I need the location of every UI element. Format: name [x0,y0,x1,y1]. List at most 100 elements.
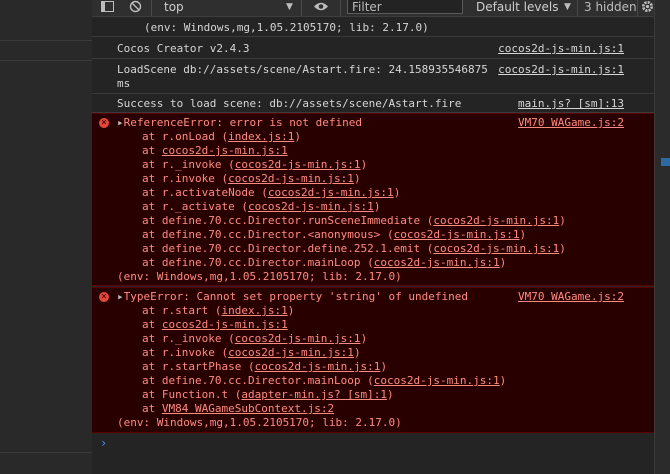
stack-frame: at define.70.cc.Director.define.252.1.em… [142,242,566,256]
console-toolbar: top ▼ Filter Default levels ▼ 3 hidden [92,0,654,17]
log-message[interactable]: Cocos Creator v2.4.3 cocos2d-js-min.js:1 [92,38,654,59]
stack-frame-link[interactable]: VM84 WAGameSubContext.js:2 [162,402,334,415]
stack-frame-text: at r._invoke ( [142,158,235,171]
stack-frame-text: at r._invoke ( [142,332,235,345]
stack-frame-text: ) [353,172,361,185]
error-message[interactable]: ✕ ▸ReferenceError: error is not defined … [92,113,654,286]
toolbar-separator [301,0,302,16]
stack-frame: at r.startPhase (cocos2d-js-min.js:1) [142,360,387,374]
stack-frame-link[interactable]: cocos2d-js-min.js:1 [162,318,288,331]
live-expression-eye-icon[interactable] [312,0,330,16]
stack-frame-text: ) [559,214,566,227]
stack-frame-link[interactable]: cocos2d-js-min.js:1 [268,186,394,199]
source-link[interactable]: main.js? [sm]:13 [518,97,624,111]
stack-frame-link[interactable]: cocos2d-js-min.js:1 [228,172,354,185]
log-message[interactable]: (env: Windows,mg,1.05.2105170; lib: 2.17… [92,17,654,37]
stack-frame-link[interactable]: cocos2d-js-min.js:1 [248,200,374,213]
stack-frame: at define.70.cc.Director.runSceneImmedia… [142,214,566,228]
stack-frame-text: at define.70.cc.Director.mainLoop ( [142,374,374,387]
expand-triangle-icon[interactable]: ▸ [117,116,124,129]
stack-frame: at cocos2d-js-min.js:1 [142,144,288,158]
stack-frame-text: ) [287,304,295,317]
clear-console-icon[interactable] [128,0,142,16]
log-text-continued: ms [117,77,131,90]
stack-frame-text: at r.startPhase ( [142,360,255,373]
panel-divider [0,60,92,61]
stack-frame: at r.invoke (cocos2d-js-min.js:1) [142,346,361,360]
toolbar-separator [577,0,578,16]
stack-frame-text: ) [294,130,301,143]
stack-frame: at define.70.cc.Director.<anonymous> (co… [142,228,526,242]
filter-input[interactable]: Filter [347,0,463,14]
context-dropdown-icon[interactable]: ▼ [286,0,293,16]
error-header[interactable]: ▸ReferenceError: error is not defined [117,116,362,130]
log-text: Cocos Creator v2.4.3 [117,42,250,55]
stack-frame: at r._invoke (cocos2d-js-min.js:1) [142,158,367,172]
stack-frame-text: at define.70.cc.Director.define.252.1.em… [142,242,434,255]
stack-frame-text: at define.70.cc.Director.<anonymous> ( [142,228,394,241]
env-info: (env: Windows,mg,1.05.2105170; lib: 2.17… [117,270,402,283]
prompt-chevron-icon[interactable]: › [100,436,107,450]
stack-frame-text: ) [360,332,368,345]
expand-triangle-icon[interactable]: ▸ [117,290,124,303]
stack-frame: at r.invoke (cocos2d-js-min.js:1) [142,172,361,186]
toolbar-separator [151,0,152,16]
stack-frame-text: at define.70.cc.Director.mainLoop ( [142,256,374,269]
stack-frame-link[interactable]: cocos2d-js-min.js:1 [433,214,559,227]
stack-frame-text: ) [393,186,401,199]
stack-frame-link[interactable]: cocos2d-js-min.js:1 [374,256,500,269]
error-header-text: TypeError: Cannot set property 'string' … [123,290,468,303]
stack-frame-link[interactable]: index.js:1 [228,130,294,143]
panel-accent [661,158,670,166]
log-levels-dropdown[interactable]: Default levels [476,0,558,16]
context-selector-label[interactable]: top [164,0,184,16]
stack-frame-link[interactable]: cocos2d-js-min.js:1 [235,158,361,171]
stack-frame: at r.start (index.js:1) [142,304,294,318]
stack-frame-link[interactable]: adapter-min.js? [sm]:1 [241,388,387,401]
stack-frame-text: at r.invoke ( [142,346,229,359]
console-panel: top ▼ Filter Default levels ▼ 3 hidden (… [92,0,654,474]
stack-frame-link[interactable]: cocos2d-js-min.js:1 [394,228,520,241]
log-message[interactable]: Success to load scene: db://assets/scene… [92,95,654,113]
source-link[interactable]: cocos2d-js-min.js:1 [498,63,624,77]
stack-frame-text: at [142,402,162,415]
source-link[interactable]: VM70 WAGame.js:2 [518,116,624,130]
stack-frame: at cocos2d-js-min.js:1 [142,318,288,332]
stack-frame-text: ) [387,388,394,401]
stack-frame: at Function.t (adapter-min.js? [sm]:1) [142,388,394,402]
levels-dropdown-icon[interactable]: ▼ [564,0,571,16]
stack-frame: at r._invoke (cocos2d-js-min.js:1) [142,332,367,346]
source-link[interactable]: cocos2d-js-min.js:1 [498,42,624,56]
sidebar-toggle-icon[interactable] [100,0,114,16]
panel-divider [0,452,92,453]
stack-frame: at r.activateNode (cocos2d-js-min.js:1) [142,186,400,200]
stack-frame-link[interactable]: cocos2d-js-min.js:1 [255,360,381,373]
stack-frame: at r._activate (cocos2d-js-min.js:1) [142,200,380,214]
log-message[interactable]: LoadScene db://assets/scene/Astart.fire:… [92,60,654,94]
panel-divider [0,40,92,41]
source-link[interactable]: VM70 WAGame.js:2 [518,290,624,304]
log-text: LoadScene db://assets/scene/Astart.fire:… [117,63,488,76]
stack-frame-link[interactable]: cocos2d-js-min.js:1 [235,332,361,345]
stack-frame-text: ) [380,360,388,373]
stack-frame-link[interactable]: cocos2d-js-min.js:1 [162,144,288,157]
log-text: Success to load scene: db://assets/scene… [117,97,462,110]
stack-frame-link[interactable]: cocos2d-js-min.js:1 [374,374,500,387]
hidden-count[interactable]: 3 hidden [584,0,637,16]
stack-frame: at VM84 WAGameSubContext.js:2 [142,402,334,416]
stack-frame-text: ) [373,200,381,213]
stack-frame: at r.onLoad (index.js:1) [142,130,301,144]
stack-frame-link[interactable]: cocos2d-js-min.js:1 [433,242,559,255]
stack-frame-link[interactable]: cocos2d-js-min.js:1 [228,346,354,359]
error-header[interactable]: ▸TypeError: Cannot set property 'string'… [117,290,468,304]
stack-frame-text: ) [499,256,507,269]
right-panel-edge [654,0,670,474]
stack-frame: at define.70.cc.Director.mainLoop (cocos… [142,374,506,388]
error-icon: ✕ [99,118,109,128]
settings-gear-icon[interactable] [641,0,654,16]
stack-frame-text: at [142,318,162,331]
error-header-text: ReferenceError: error is not defined [123,116,363,129]
stack-frame-text: ) [499,374,507,387]
error-message[interactable]: ✕ ▸TypeError: Cannot set property 'strin… [92,287,654,433]
stack-frame-link[interactable]: index.js:1 [221,304,287,317]
